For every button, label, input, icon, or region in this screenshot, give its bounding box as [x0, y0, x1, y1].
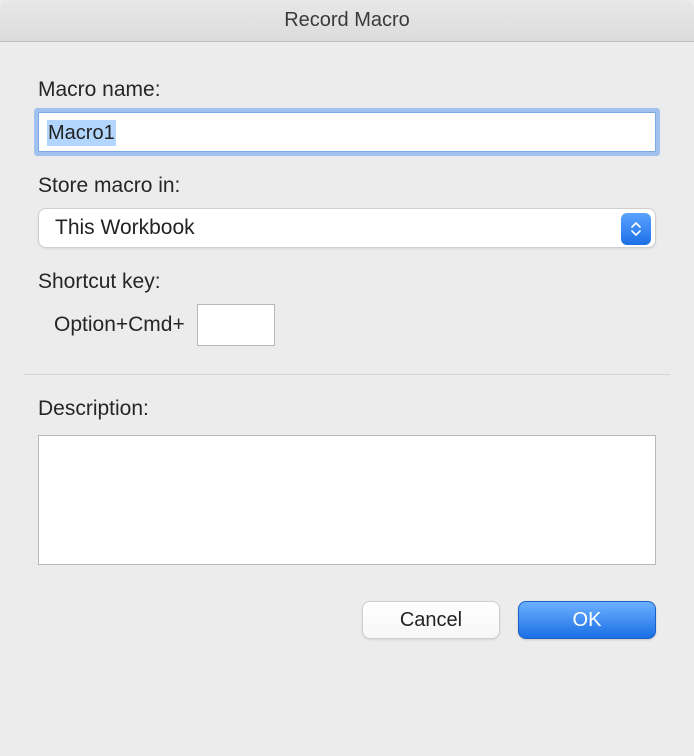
divider — [24, 374, 670, 375]
ok-button[interactable]: OK — [518, 601, 656, 639]
shortcut-prefix: Option+Cmd+ — [54, 313, 185, 337]
shortcut-key-input[interactable] — [197, 304, 275, 346]
macro-name-label: Macro name: — [38, 78, 656, 102]
updown-caret-icon — [621, 213, 651, 245]
dialog-title: Record Macro — [284, 9, 410, 32]
cancel-button-label: Cancel — [400, 609, 462, 632]
store-in-label: Store macro in: — [38, 174, 656, 198]
store-in-select[interactable]: This Workbook — [38, 208, 656, 248]
macro-name-input-wrap[interactable]: Macro1 — [38, 112, 656, 152]
cancel-button[interactable]: Cancel — [362, 601, 500, 639]
description-label: Description: — [38, 397, 656, 421]
button-row: Cancel OK — [38, 601, 656, 639]
ok-button-label: OK — [573, 609, 602, 632]
dialog-content: Macro name: Macro1 Store macro in: This … — [0, 42, 694, 667]
dialog-titlebar: Record Macro — [0, 0, 694, 42]
shortcut-row: Option+Cmd+ — [38, 304, 656, 346]
store-in-value: This Workbook — [55, 216, 195, 240]
description-textarea[interactable] — [38, 435, 656, 565]
shortcut-key-label: Shortcut key: — [38, 270, 656, 294]
macro-name-input[interactable] — [39, 113, 655, 151]
